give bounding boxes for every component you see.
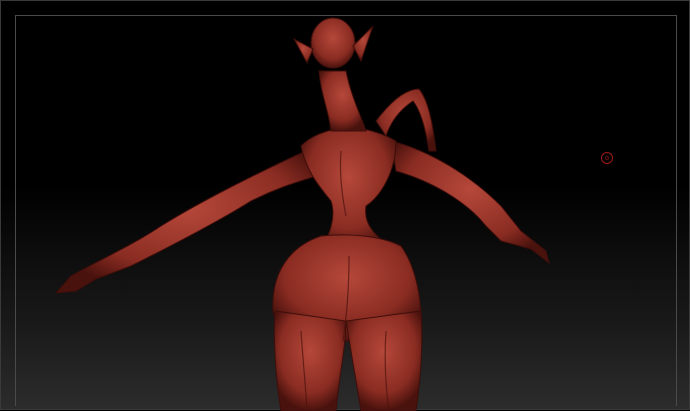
right-arm — [390, 140, 550, 265]
head — [310, 17, 356, 69]
sculpted-figure-model[interactable] — [1, 1, 690, 411]
sculpt-viewport[interactable] — [0, 0, 690, 411]
neck — [318, 70, 367, 132]
brush-cursor-icon — [601, 152, 613, 164]
left-leg — [273, 310, 347, 411]
right-ear — [352, 25, 374, 63]
right-leg — [345, 310, 423, 411]
left-arm — [54, 150, 317, 294]
left-ear — [292, 37, 314, 65]
torso — [300, 127, 398, 252]
